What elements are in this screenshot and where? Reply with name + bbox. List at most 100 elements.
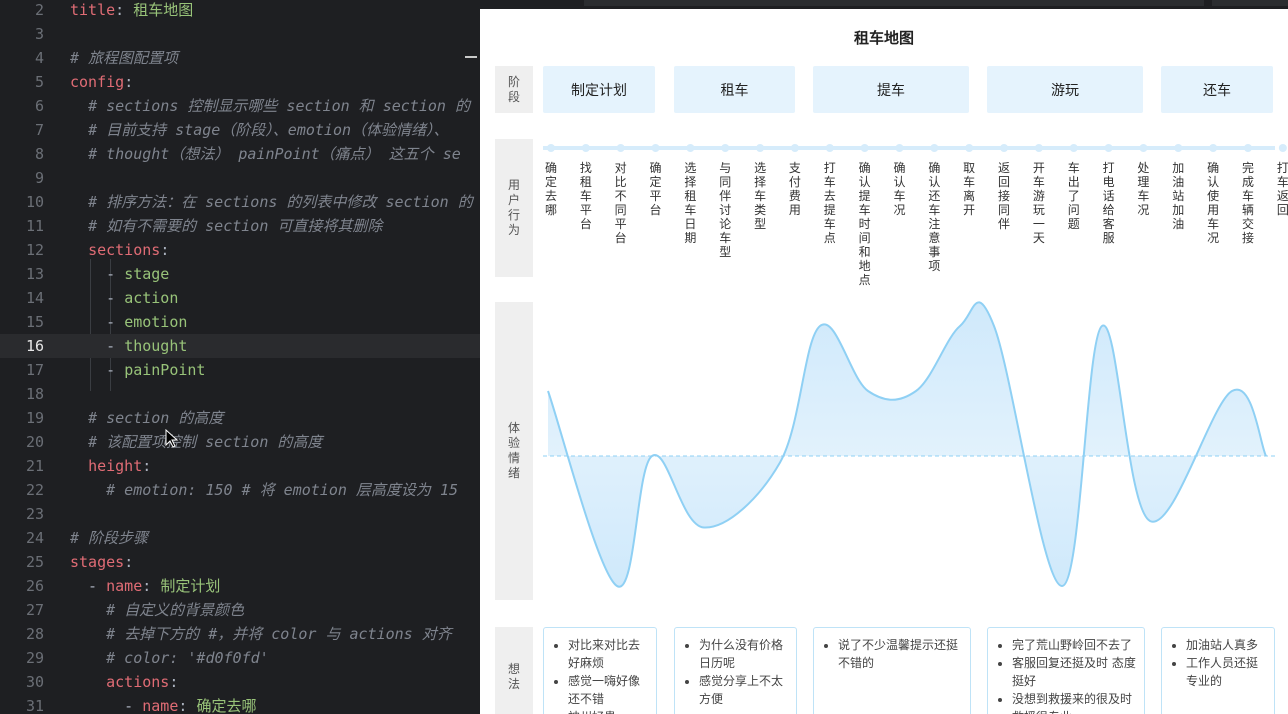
line-number: 3 xyxy=(34,25,44,43)
code-token: # sections 控制显示哪些 section 和 section 的 xyxy=(88,97,470,115)
line-number: 26 xyxy=(25,577,44,595)
code-line[interactable]: 25 stages: xyxy=(0,550,480,574)
code-token: : xyxy=(160,241,170,259)
code-editor[interactable]: 2 title: 租车地图 3 4 # 旅程图配置项 5 config: 6 # sectio… xyxy=(0,0,480,714)
code-token: emotion xyxy=(124,313,188,331)
code-line[interactable]: 14 - action xyxy=(0,286,480,310)
code-line[interactable]: 17 - painPoint xyxy=(0,358,480,382)
code-line[interactable]: 6 # sections 控制显示哪些 section 和 section 的 xyxy=(0,94,480,118)
code-token: # 阶段步骤 xyxy=(70,529,149,547)
code-line[interactable]: 30 actions: xyxy=(0,670,480,694)
code-token: # 该配置项控制 section 的高度 xyxy=(88,433,323,451)
line-number: 13 xyxy=(25,265,44,283)
code-line[interactable]: 9 xyxy=(0,166,480,190)
code-token: name xyxy=(142,697,179,714)
code-text: height: xyxy=(70,454,151,478)
code-text: - action xyxy=(70,286,178,310)
line-number: 29 xyxy=(25,649,44,667)
line-number: 5 xyxy=(34,73,44,91)
journey-map-preview: 租车地图 阶段 用户行为 体验情绪 想法 制定计划 租车 提车 游玩 还车 确定去哪 找租… xyxy=(480,9,1288,714)
timeline-dot xyxy=(1278,144,1287,152)
code-line[interactable]: 20 # 该配置项控制 section 的高度 xyxy=(0,430,480,454)
code-text: - name: 确定去哪 xyxy=(70,694,256,714)
code-token: height xyxy=(88,457,143,475)
code-line[interactable]: 5 config: xyxy=(0,70,480,94)
line-number: 21 xyxy=(25,457,44,475)
code-line[interactable]: 24 # 阶段步骤 xyxy=(0,526,480,550)
timeline-dot xyxy=(1244,144,1252,152)
timeline-dot xyxy=(1104,144,1113,152)
line-number: 17 xyxy=(25,361,44,379)
line-number: 15 xyxy=(25,313,44,331)
code-token: # 自定义的背景颜色 xyxy=(106,601,245,619)
timeline-dot xyxy=(651,144,660,152)
timeline-dot xyxy=(1034,144,1043,152)
window-toolbar-strip xyxy=(1212,0,1288,6)
code-token: : xyxy=(142,457,152,475)
code-line[interactable]: 15 - emotion xyxy=(0,310,480,334)
timeline-dot xyxy=(825,144,834,152)
scroll-marker[interactable] xyxy=(465,56,477,58)
code-text: # 该配置项控制 section 的高度 xyxy=(70,430,322,454)
code-line[interactable]: 16 - thought xyxy=(0,334,480,358)
code-line[interactable]: 27 # 自定义的背景颜色 xyxy=(0,598,480,622)
code-text: sections: xyxy=(70,238,169,262)
code-line[interactable]: 8 # thought（想法） painPoint（痛点） 这五个 se xyxy=(0,142,480,166)
code-token: thought xyxy=(124,337,188,355)
line-number: 30 xyxy=(25,673,44,691)
line-number: 14 xyxy=(25,289,44,307)
code-line[interactable]: 18 xyxy=(0,382,480,406)
code-token: - xyxy=(70,577,107,595)
emotion-area-positive xyxy=(548,302,1266,456)
code-line[interactable]: 4 # 旅程图配置项 xyxy=(0,46,480,70)
code-line[interactable]: 11 # 如有不需要的 section 可直接将其删除 xyxy=(0,214,480,238)
code-line[interactable]: 28 # 去掉下方的 #，并将 color 与 actions 对齐 xyxy=(0,622,480,646)
code-text: actions: xyxy=(70,670,178,694)
code-line[interactable]: 31 - name: 确定去哪 xyxy=(0,694,480,714)
code-token: # 去掉下方的 #，并将 color 与 actions 对齐 xyxy=(106,625,452,643)
code-text: config: xyxy=(70,70,133,94)
code-token: : xyxy=(169,673,179,691)
code-line[interactable]: 19 # section 的高度 xyxy=(0,406,480,430)
timeline-dot xyxy=(547,144,555,152)
timeline-dot xyxy=(756,144,765,152)
code-line[interactable]: 13 - stage xyxy=(0,262,480,286)
line-number: 22 xyxy=(25,481,44,499)
code-line[interactable]: 3 xyxy=(0,22,480,46)
line-number: 11 xyxy=(25,217,44,235)
code-text: # 去掉下方的 #，并将 color 与 actions 对齐 xyxy=(70,622,452,646)
code-line[interactable]: 26 - name: 制定计划 xyxy=(0,574,480,598)
code-text: # color: '#d0f0fd' xyxy=(70,646,269,670)
line-number: 4 xyxy=(34,49,44,67)
code-token: : xyxy=(142,577,161,595)
code-text: # emotion: 150 # 将 emotion 层高度设为 15 xyxy=(70,478,458,502)
code-line[interactable]: 7 # 目前支持 stage（阶段）、emotion（体验情绪）、 xyxy=(0,118,480,142)
code-token: : xyxy=(124,73,134,91)
code-token: - xyxy=(70,289,125,307)
line-number: 24 xyxy=(25,529,44,547)
code-line[interactable]: 12 sections: xyxy=(0,238,480,262)
code-line[interactable]: 23 xyxy=(0,502,480,526)
code-token: - xyxy=(70,265,125,283)
code-line[interactable]: 10 # 排序方法：在 sections 的列表中修改 section 的 xyxy=(0,190,480,214)
code-token: - xyxy=(70,697,143,714)
code-line[interactable]: 22 # emotion: 150 # 将 emotion 层高度设为 15 xyxy=(0,478,480,502)
code-text: # 目前支持 stage（阶段）、emotion（体验情绪）、 xyxy=(70,118,448,142)
line-number: 27 xyxy=(25,601,44,619)
code-text: # section 的高度 xyxy=(70,406,223,430)
code-line[interactable]: 21 height: xyxy=(0,454,480,478)
code-line[interactable]: 2 title: 租车地图 xyxy=(0,0,480,22)
timeline-dot xyxy=(790,144,799,152)
code-token: # thought（想法） painPoint（痛点） 这五个 se xyxy=(88,145,461,163)
code-text: # 旅程图配置项 xyxy=(70,46,178,70)
code-token: actions xyxy=(106,673,170,691)
code-text: - painPoint xyxy=(70,358,205,382)
code-line[interactable]: 29 # color: '#d0f0fd' xyxy=(0,646,480,670)
